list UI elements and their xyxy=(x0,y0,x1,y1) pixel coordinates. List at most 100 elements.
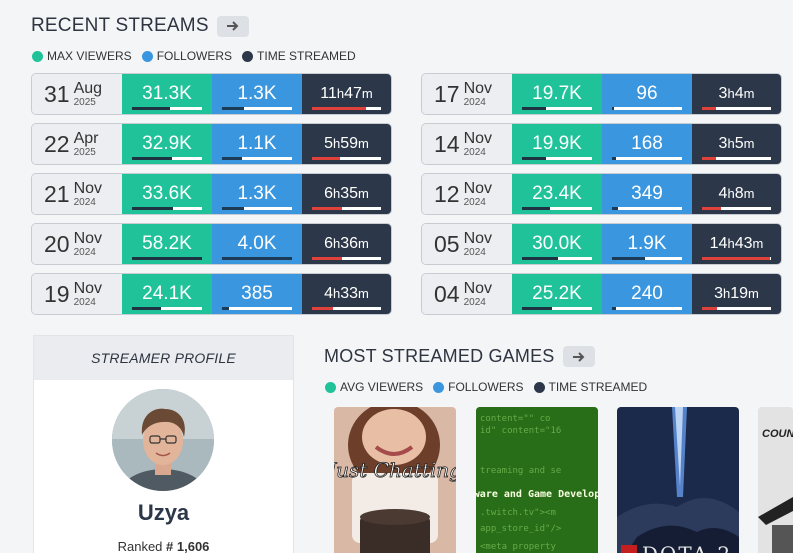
legend-label: FOLLOWERS xyxy=(156,49,233,63)
max-viewers-bar-fill xyxy=(522,157,546,160)
followers-cell: 1.3K xyxy=(212,74,302,114)
avatar[interactable] xyxy=(112,389,214,491)
followers-bar-fill xyxy=(612,257,645,260)
time-streamed-value: 3h19m xyxy=(714,285,759,303)
time-hours: 3 xyxy=(714,285,724,302)
max-viewers-bar-fill xyxy=(522,257,559,260)
stream-row[interactable]: 22 Apr 2025 32.9K 1.1K 5h59m xyxy=(31,123,392,165)
game-cover-title: DOTA 2 xyxy=(642,542,732,553)
stream-row[interactable]: 05 Nov 2024 30.0K 1.9K 14h43m xyxy=(421,223,782,265)
svg-text:content="" co: content="" co xyxy=(480,414,550,424)
time-hours: 6 xyxy=(324,185,334,202)
followers-cell: 168 xyxy=(602,124,692,164)
stream-year: 2025 xyxy=(73,96,96,108)
time-minutes: 4 xyxy=(734,85,744,102)
game-cover-counter-strike[interactable]: COUNTER-STRIKE xyxy=(758,407,793,553)
max-viewers-bar xyxy=(132,307,202,310)
streamer-name: Uzya xyxy=(137,500,190,525)
legend-dot xyxy=(242,50,254,62)
game-cover-just-chatting[interactable]: Just Chatting xyxy=(334,407,456,553)
followers-bar xyxy=(612,307,682,310)
followers-value: 385 xyxy=(241,283,273,304)
followers-bar xyxy=(612,207,682,210)
time-streamed-bar xyxy=(702,257,771,260)
time-minutes: 36 xyxy=(340,235,359,252)
time-streamed-bar xyxy=(702,107,771,110)
stream-month: Nov xyxy=(463,179,493,197)
followers-bar xyxy=(612,107,682,110)
stream-row[interactable]: 12 Nov 2024 23.4K 349 4h8m xyxy=(421,173,782,215)
stream-row[interactable]: 20 Nov 2024 58.2K 4.0K 6h36m xyxy=(31,223,392,265)
stream-day: 31 xyxy=(44,80,70,107)
game-cover-software-development[interactable]: content="" co id" content="16 treaming a… xyxy=(476,407,598,553)
stream-year: 2024 xyxy=(463,196,486,208)
most-streamed-games-title: MOST STREAMED GAMES xyxy=(324,346,555,366)
followers-bar-fill xyxy=(612,207,619,210)
time-streamed-cell: 14h43m xyxy=(692,224,781,264)
most-streamed-games-more-button[interactable] xyxy=(562,346,595,367)
followers-bar-fill xyxy=(612,157,616,160)
max-viewers-bar-fill xyxy=(132,107,170,110)
followers-bar xyxy=(222,107,292,110)
time-streamed-bar-fill xyxy=(312,107,366,110)
stream-month: Nov xyxy=(73,279,103,297)
minutes-suffix: m xyxy=(358,286,369,301)
stream-date: 19 Nov 2024 xyxy=(32,274,122,314)
time-streamed-cell: 3h19m xyxy=(692,274,781,314)
legend-label: TIME STREAMED xyxy=(548,380,648,394)
time-hours: 5 xyxy=(324,135,334,152)
stream-row[interactable]: 21 Nov 2024 33.6K 1.3K 6h35m xyxy=(31,173,392,215)
stream-row[interactable]: 17 Nov 2024 19.7K 96 3h4m xyxy=(421,73,782,115)
time-streamed-bar xyxy=(312,157,381,160)
time-streamed-cell: 3h5m xyxy=(692,124,781,164)
hours-suffix: h xyxy=(727,236,735,251)
stream-year: 2024 xyxy=(73,296,96,308)
max-viewers-cell: 19.9K xyxy=(512,124,602,164)
stream-row[interactable]: 14 Nov 2024 19.9K 168 3h5m xyxy=(421,123,782,165)
time-streamed-value: 4h33m xyxy=(324,285,369,303)
stream-row[interactable]: 31 Aug 2025 31.3K 1.3K 11h47m xyxy=(31,73,392,115)
max-viewers-cell: 32.9K xyxy=(122,124,212,164)
svg-text:.twitch.tv"><m: .twitch.tv"><m xyxy=(480,508,556,518)
minutes-suffix: m xyxy=(358,236,369,251)
max-viewers-value: 23.4K xyxy=(532,183,582,204)
time-streamed-bar-fill xyxy=(702,157,717,160)
max-viewers-bar xyxy=(132,107,202,110)
max-viewers-bar-fill xyxy=(132,257,202,260)
max-viewers-bar xyxy=(132,257,202,260)
stream-row[interactable]: 19 Nov 2024 24.1K 385 4h33m xyxy=(31,273,392,315)
stream-row[interactable]: 04 Nov 2024 25.2K 240 3h19m xyxy=(421,273,782,315)
followers-value: 1.3K xyxy=(237,183,277,204)
followers-bar xyxy=(222,207,292,210)
legend-label: FOLLOWERS xyxy=(448,380,524,394)
stream-month: Nov xyxy=(463,129,493,147)
minutes-suffix: m xyxy=(748,286,759,301)
recent-streams-more-button[interactable] xyxy=(216,15,249,37)
time-streamed-value: 14h43m xyxy=(710,235,764,253)
stream-day: 17 xyxy=(434,80,460,107)
stream-month-year: Aug 2025 xyxy=(73,80,102,108)
game-cover-image: content="" co id" content="16 treaming a… xyxy=(476,407,598,553)
stream-date: 04 Nov 2024 xyxy=(422,274,512,314)
stream-date: 17 Nov 2024 xyxy=(422,74,512,114)
stream-month: Nov xyxy=(73,179,103,197)
legend-item-max-viewers: MAX VIEWERS xyxy=(32,49,132,63)
stream-month-year: Nov 2024 xyxy=(464,230,492,258)
time-streamed-cell: 6h36m xyxy=(302,224,391,264)
stream-month-year: Nov 2024 xyxy=(73,179,103,208)
rank-label: Ranked xyxy=(117,539,163,553)
time-minutes: 33 xyxy=(340,285,359,302)
followers-bar xyxy=(222,307,292,310)
stream-month-year: Nov 2024 xyxy=(464,80,492,108)
max-viewers-cell: 30.0K xyxy=(512,224,602,264)
time-minutes: 8 xyxy=(734,185,744,202)
max-viewers-cell: 58.2K xyxy=(122,224,212,264)
minutes-suffix: m xyxy=(743,136,755,151)
stream-month-year: Nov 2024 xyxy=(463,179,493,208)
hours-suffix: h xyxy=(727,186,735,201)
time-streamed-cell: 3h4m xyxy=(692,74,781,114)
minutes-suffix: m xyxy=(743,86,755,101)
game-cover-dota-2[interactable]: DOTA 2 xyxy=(617,407,739,553)
time-streamed-value: 5h59m xyxy=(324,135,369,153)
max-viewers-value: 24.1K xyxy=(142,283,192,304)
